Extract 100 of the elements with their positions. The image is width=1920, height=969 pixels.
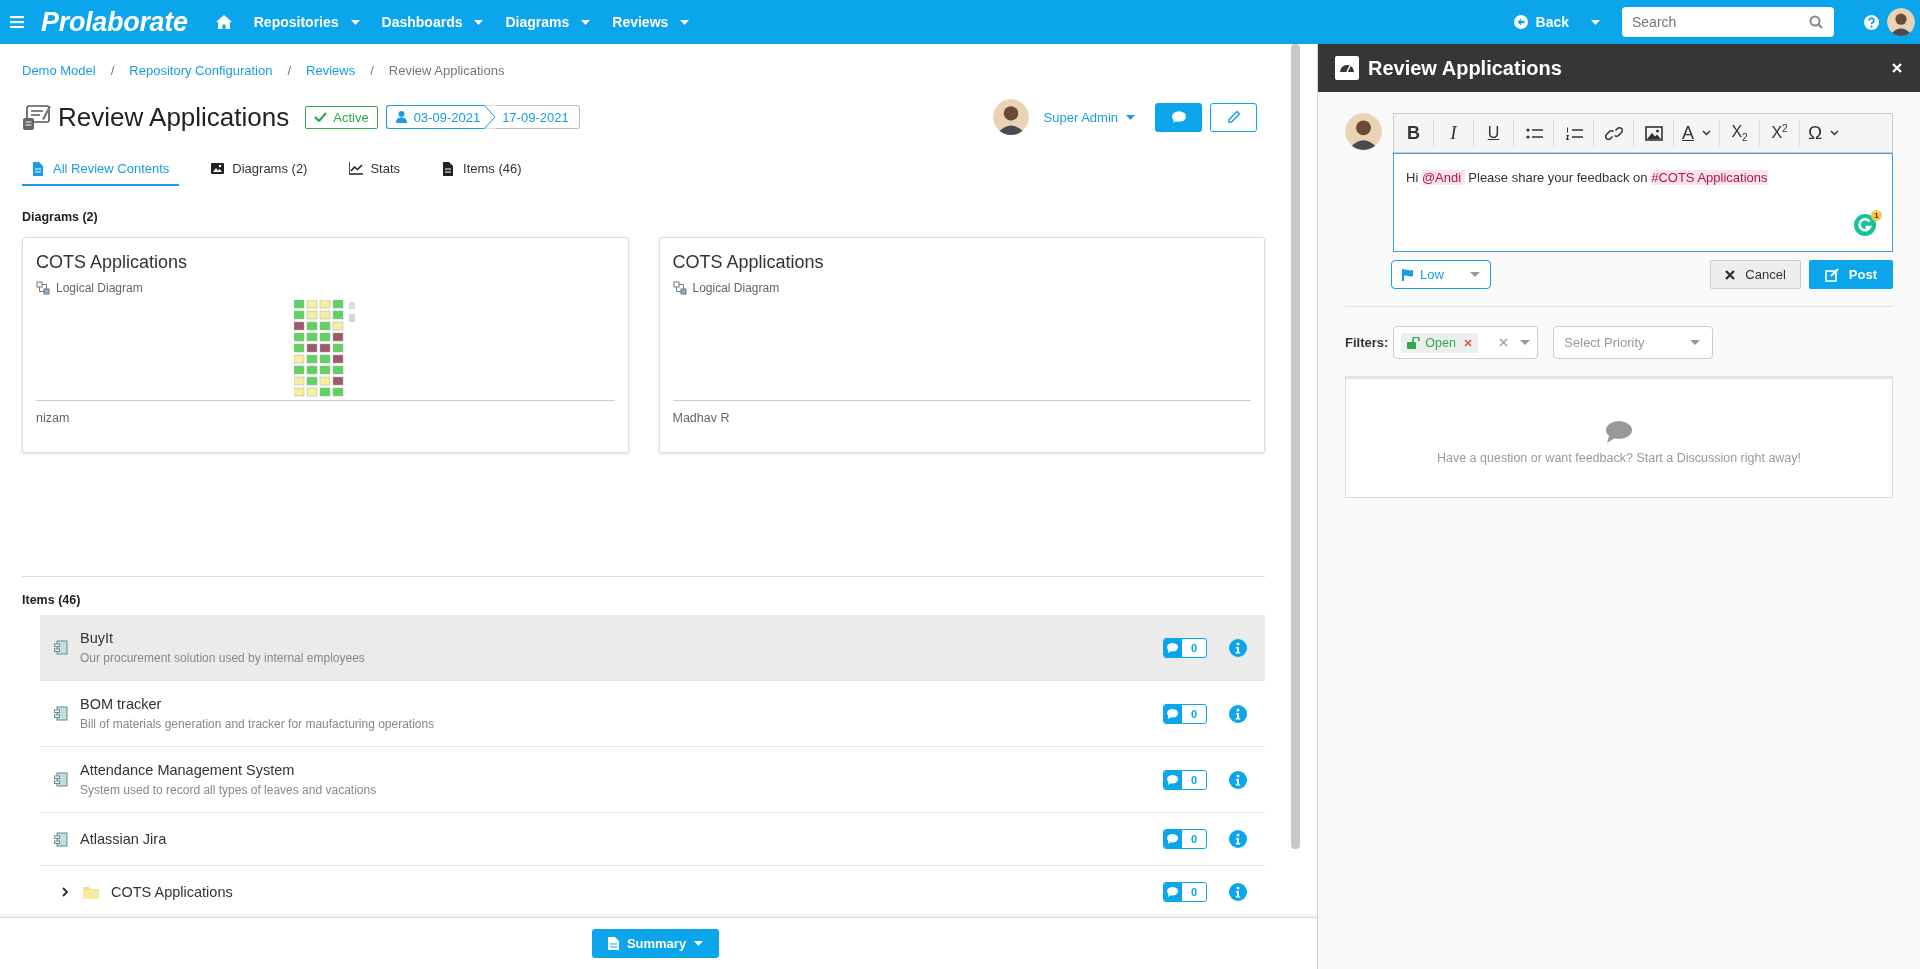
item-description: Our procurement solution used by internal employees <box>80 651 366 666</box>
comment-icon <box>1167 834 1179 844</box>
priority-filter[interactable]: Select Priority <box>1553 326 1714 359</box>
diagram-type: Logical Diagram <box>56 281 143 295</box>
item-row[interactable]: BuyIt Our procurement solution used by internal employees 0 <box>40 615 1265 681</box>
diagram-card[interactable]: COTS Applications Logical Diagram nizam <box>22 237 629 453</box>
avatar <box>992 99 1029 135</box>
panel-title: Review Applications <box>1368 56 1563 80</box>
clear-icon[interactable] <box>1499 338 1509 347</box>
review-title: Review Applications <box>58 101 290 133</box>
comment-icon <box>1167 774 1179 785</box>
comment-icon <box>1167 708 1179 719</box>
edit-icon <box>1824 267 1839 282</box>
info-icon[interactable] <box>1229 830 1247 848</box>
tab[interactable]: Items (46) <box>432 154 532 186</box>
underline-button[interactable]: U <box>1474 120 1514 146</box>
comment-count-button[interactable]: 0 <box>1162 703 1207 724</box>
back-icon <box>1513 15 1528 29</box>
diagram-title: COTS Applications <box>672 252 825 273</box>
comment-count-button[interactable]: 0 <box>1162 637 1207 658</box>
info-icon[interactable] <box>1229 770 1247 789</box>
pencil-icon <box>1226 110 1241 124</box>
comment-count-button[interactable]: 0 <box>1162 829 1207 849</box>
help-icon[interactable] <box>1864 14 1879 30</box>
caret-icon <box>1126 114 1135 120</box>
avatar <box>1345 113 1382 150</box>
item-title: Attendance Management System <box>80 761 296 779</box>
info-icon[interactable] <box>1229 883 1247 901</box>
breadcrumb-link[interactable]: Demo Model <box>22 62 96 78</box>
nav-menu[interactable]: Repositories <box>253 10 360 34</box>
home-icon[interactable] <box>215 15 232 29</box>
unlock-icon <box>1407 336 1421 349</box>
nav-menu[interactable]: Reviews <box>612 10 690 34</box>
folder-icon <box>83 885 99 899</box>
summary-button[interactable]: Summary <box>591 929 720 958</box>
info-icon[interactable] <box>1229 704 1247 723</box>
bold-button[interactable]: B <box>1394 120 1434 146</box>
count-badge: 1 <box>1871 210 1882 221</box>
breadcrumb-current: Review Applications <box>388 62 505 78</box>
close-icon[interactable] <box>1892 63 1902 73</box>
item-title: BOM tracker <box>80 695 163 713</box>
caret-icon <box>1520 340 1531 345</box>
comment-count-button[interactable]: 0 <box>1162 769 1207 790</box>
document-icon <box>32 161 46 176</box>
comment-count-button[interactable]: 0 <box>1162 882 1207 902</box>
menu-icon[interactable] <box>10 16 24 28</box>
filter-tag: Open <box>1401 332 1478 353</box>
comment-button[interactable] <box>1155 102 1202 132</box>
caret-icon <box>1470 272 1480 277</box>
check-icon <box>314 112 328 122</box>
subscript-button[interactable]: X$_{2}$ <box>1720 120 1760 146</box>
priority-dropdown[interactable]: Low <box>1391 260 1491 289</box>
search-field[interactable]: Search <box>1622 7 1834 37</box>
diagram-title: COTS Applications <box>36 252 189 273</box>
post-button[interactable]: Post <box>1808 260 1893 289</box>
component-icon <box>54 706 68 721</box>
nav-menu[interactable]: Diagrams <box>505 10 591 34</box>
italic-button[interactable]: I <box>1434 120 1474 146</box>
cancel-button[interactable]: Cancel <box>1710 260 1801 289</box>
breadcrumb-separator: / <box>110 62 115 78</box>
caret-icon <box>694 941 704 946</box>
color-button[interactable]: A <box>1674 120 1720 146</box>
tab[interactable]: Stats <box>339 154 411 186</box>
avatar[interactable] <box>1887 8 1915 36</box>
item-description: System used to record all types of leaves and vacations <box>80 783 378 798</box>
tab[interactable]: Diagrams (2) <box>201 154 318 186</box>
diagram-icon <box>36 281 50 295</box>
remove-icon[interactable] <box>1463 338 1472 347</box>
image-icon <box>1644 125 1663 141</box>
chat-bubble-icon <box>1606 421 1632 443</box>
breadcrumb-link[interactable]: Repository Configuration <box>129 62 273 78</box>
back-button[interactable]: Back <box>1513 10 1600 34</box>
filters-label: Filters: <box>1345 335 1389 350</box>
component-icon <box>54 640 68 655</box>
breadcrumb-separator: / <box>370 62 374 78</box>
breadcrumb-link[interactable]: Reviews <box>306 62 356 78</box>
chevron-right-icon[interactable] <box>60 887 70 897</box>
image-icon <box>211 161 226 176</box>
grammar-check-icon[interactable] <box>1854 214 1876 236</box>
review-icon <box>22 103 52 131</box>
diagram-type: Logical Diagram <box>692 281 780 295</box>
empty-message: Have a question or want feedback? Start a Discussion right away! <box>1436 451 1802 465</box>
diagram-card[interactable]: COTS Applications Logical Diagram Madhav R <box>658 237 1265 453</box>
edit-button[interactable] <box>1210 102 1257 132</box>
nav-menu[interactable]: Dashboards <box>381 10 484 34</box>
section-heading: Items (46) <box>22 593 82 607</box>
chart-icon <box>349 161 364 176</box>
superscript-button[interactable]: X$^{2}$ <box>1760 120 1800 146</box>
tab[interactable]: All Review Contents <box>22 154 180 186</box>
end-date: 17-09-2021 <box>502 109 569 125</box>
status-filter[interactable]: Open <box>1393 326 1539 359</box>
comment-editor[interactable]: Hi @Andi Please share your feedback on #COTS Applications 1 <box>1393 153 1893 252</box>
special-button[interactable]: Ω <box>1800 120 1848 146</box>
info-icon[interactable] <box>1229 638 1247 657</box>
link-icon <box>1604 125 1623 141</box>
user-menu[interactable]: Super Admin <box>1037 108 1141 126</box>
person-icon <box>395 111 407 123</box>
section-heading: Diagrams (2) <box>22 210 99 224</box>
item-description: Bill of materials generation and tracker for maufacturing operations <box>80 717 436 732</box>
item-title: Atlassian Jira <box>80 830 168 848</box>
